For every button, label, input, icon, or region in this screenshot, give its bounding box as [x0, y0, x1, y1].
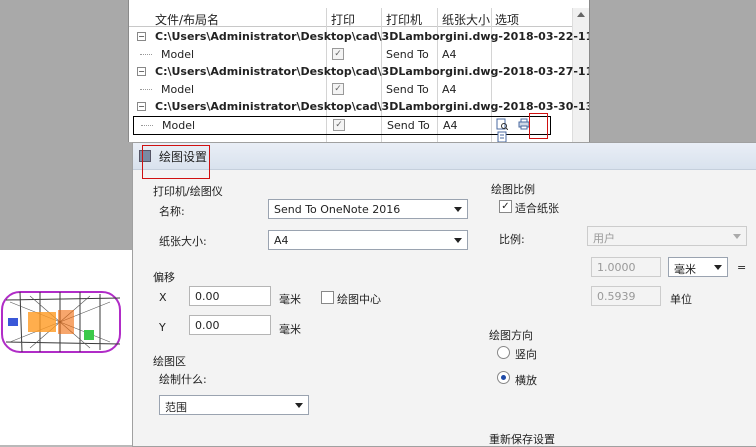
paper-size-label: 纸张大小: — [159, 235, 207, 248]
highlight-box — [529, 113, 548, 139]
portrait-label: 竖向 — [515, 348, 537, 361]
scale-numerator-value: 1.0000 — [597, 261, 636, 274]
list-header: 文件/布局名 打印 打印机 纸张大小 选项 — [129, 8, 589, 27]
layout-name: Model — [162, 119, 196, 132]
landscape-label: 横放 — [515, 374, 537, 387]
center-plot-checkbox[interactable] — [321, 291, 334, 304]
what-to-plot-label: 绘制什么: — [159, 373, 207, 386]
background-strip — [589, 0, 756, 142]
y-offset-value: 0.00 — [195, 319, 220, 332]
dropdown-arrow-icon — [454, 238, 462, 243]
file-name: C:\Users\Administrator\Desktop\cad\3DLam… — [155, 65, 589, 78]
fit-to-paper-checkbox[interactable]: ✓ — [499, 200, 512, 213]
x-unit-label: 毫米 — [279, 293, 301, 306]
paper-value: A4 — [442, 48, 457, 61]
equals-sign: = — [737, 261, 747, 274]
tree-connector — [140, 89, 152, 91]
y-label: Y — [159, 321, 166, 334]
printer-value: Send To — [386, 48, 429, 61]
fit-to-paper-label: 适合纸张 — [515, 202, 559, 215]
offset-group-label: 偏移 — [153, 271, 175, 284]
file-row[interactable]: − C:\Users\Administrator\Desktop\cad\3DL… — [129, 63, 589, 80]
layout-row[interactable]: Model ✓ Send To A4 — [129, 81, 573, 98]
printer-value: Send To — [386, 83, 429, 96]
file-row[interactable]: − C:\Users\Administrator\Desktop\cad\3DL… — [129, 28, 589, 45]
dropdown-arrow-icon — [714, 265, 722, 270]
plot-settings-dialog: 绘图设置 打印机/绘图仪 名称: Send To OneNote 2016 纸张… — [132, 142, 756, 447]
plot-checkbox[interactable]: ✓ — [332, 83, 344, 95]
dropdown-arrow-icon — [733, 234, 741, 239]
file-name: C:\Users\Administrator\Desktop\cad\3DLam… — [155, 30, 590, 43]
plot-file-list: 文件/布局名 打印 打印机 纸张大小 选项 − C:\Users\Adminis… — [128, 0, 590, 142]
printer-select[interactable]: Send To OneNote 2016 — [268, 199, 468, 219]
car-wireframe-image — [1, 291, 121, 353]
layout-row-selected[interactable]: Model ✓ Send To A4 — [133, 116, 551, 142]
x-label: X — [159, 291, 167, 304]
scale-unit-value: 毫米 — [674, 263, 696, 276]
scale-numerator-input[interactable]: 1.0000 — [591, 257, 661, 277]
what-to-plot-select[interactable]: 范围 — [159, 395, 309, 415]
printer-group-label: 打印机/绘图仪 — [153, 185, 223, 198]
ratio-label: 比例: — [499, 233, 525, 246]
ratio-select[interactable]: 用户 — [587, 226, 747, 246]
plot-checkbox[interactable]: ✓ — [333, 119, 345, 131]
collapse-icon[interactable]: − — [137, 32, 146, 41]
plot-checkbox[interactable]: ✓ — [332, 48, 344, 60]
ratio-value: 用户 — [593, 232, 615, 245]
header-file[interactable]: 文件/布局名 — [155, 11, 219, 28]
what-to-plot-value: 范围 — [165, 401, 187, 414]
file-name: C:\Users\Administrator\Desktop\cad\3DLam… — [155, 100, 590, 113]
scale-group-label: 绘图比例 — [491, 183, 535, 196]
dropdown-arrow-icon — [295, 403, 303, 408]
landscape-radio[interactable] — [497, 371, 510, 384]
paper-value: A4 — [443, 119, 458, 132]
header-printer[interactable]: 打印机 — [386, 11, 422, 28]
layout-row[interactable]: Model ✓ Send To A4 — [129, 46, 573, 63]
header-paper[interactable]: 纸张大小 — [442, 11, 490, 28]
scale-denominator-input[interactable]: 0.5939 — [591, 286, 661, 306]
collapse-icon[interactable]: − — [137, 67, 146, 76]
orientation-group-label: 绘图方向 — [489, 329, 533, 342]
highlight-box — [142, 145, 210, 179]
dropdown-arrow-icon — [454, 207, 462, 212]
layout-name: Model — [161, 83, 195, 96]
name-label: 名称: — [159, 205, 185, 218]
x-offset-input[interactable]: 0.00 — [189, 286, 271, 306]
page-setup-icon[interactable] — [496, 131, 508, 142]
paper-value: A4 — [442, 83, 457, 96]
file-row[interactable]: − C:\Users\Administrator\Desktop\cad\3DL… — [129, 98, 589, 115]
preview-icon[interactable] — [496, 118, 508, 130]
y-offset-input[interactable]: 0.00 — [189, 315, 271, 335]
portrait-radio[interactable] — [497, 346, 510, 359]
print-icon[interactable] — [518, 118, 530, 130]
header-plot[interactable]: 打印 — [331, 11, 355, 28]
layout-name: Model — [161, 48, 195, 61]
paper-size-select[interactable]: A4 — [268, 230, 468, 250]
plot-area-group-label: 绘图区 — [153, 355, 186, 368]
tree-connector — [140, 54, 152, 56]
printer-value: Send To — [387, 119, 430, 132]
collapse-icon[interactable]: − — [137, 102, 146, 111]
center-plot-label: 绘图中心 — [337, 293, 381, 306]
dialog-titlebar[interactable]: 绘图设置 — [133, 143, 756, 170]
header-options[interactable]: 选项 — [495, 11, 519, 28]
y-unit-label: 毫米 — [279, 323, 301, 336]
x-offset-value: 0.00 — [195, 290, 220, 303]
paper-size-value: A4 — [274, 234, 289, 247]
printer-select-value: Send To OneNote 2016 — [274, 203, 401, 216]
unit-label: 单位 — [670, 293, 692, 306]
scroll-up-icon[interactable] — [577, 12, 585, 17]
scale-unit-select[interactable]: 毫米 — [668, 257, 728, 277]
scale-denominator-value: 0.5939 — [597, 290, 636, 303]
tree-connector — [141, 125, 153, 127]
